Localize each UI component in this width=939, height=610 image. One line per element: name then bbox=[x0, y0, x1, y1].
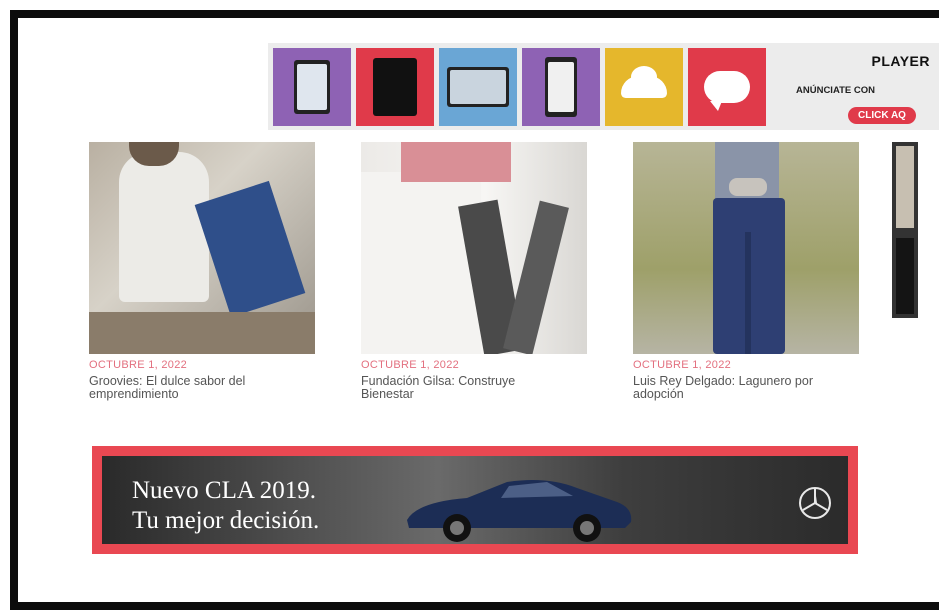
car-advertisement-banner[interactable]: Nuevo CLA 2019. Tu mejor decisión. bbox=[92, 446, 858, 554]
banner-line-1: Nuevo CLA 2019. bbox=[132, 477, 317, 504]
article-card[interactable]: OCTUBRE 1, 2022 Luis Rey Delgado: Lagune… bbox=[633, 142, 859, 401]
ad-text-block: PLAYER ANÚNCIATE CON CLICK AQ bbox=[788, 47, 939, 127]
article-card[interactable]: OCTUBRE 1, 2022 Fundación Gilsa: Constru… bbox=[361, 142, 587, 401]
banner-headline: Nuevo CLA 2019. Tu mejor decisión. bbox=[132, 476, 319, 536]
article-title[interactable]: Groovies: El dulce sabor del emprendimie… bbox=[89, 375, 289, 401]
article-title[interactable]: Luis Rey Delgado: Lagunero por adopción bbox=[633, 375, 833, 401]
article-image[interactable] bbox=[89, 142, 315, 354]
partial-article-thumbnail[interactable] bbox=[892, 142, 918, 318]
article-date: OCTUBRE 1, 2022 bbox=[361, 359, 460, 371]
article-title[interactable]: Fundación Gilsa: Construye Bienestar bbox=[361, 375, 561, 401]
magazine-tablet-icon bbox=[294, 59, 330, 114]
ad-cta-button[interactable]: CLICK AQ bbox=[848, 107, 916, 124]
banner-line-2: Tu mejor decisión. bbox=[132, 507, 320, 534]
ad-tile-speech-bubble[interactable] bbox=[688, 47, 766, 126]
ad-tile-mobile[interactable] bbox=[522, 47, 600, 126]
mobile-phone-icon bbox=[545, 56, 577, 117]
ad-brand: PLAYER bbox=[871, 53, 930, 69]
ad-tile-magazine-cover[interactable] bbox=[356, 47, 434, 126]
article-card[interactable]: OCTUBRE 1, 2022 Groovies: El dulce sabor… bbox=[89, 142, 315, 401]
ad-tile-cloud-logo[interactable] bbox=[605, 47, 683, 126]
article-image[interactable] bbox=[633, 142, 859, 354]
magazine-cover-icon bbox=[373, 57, 417, 116]
ad-tile-magazine-tablet[interactable] bbox=[273, 47, 351, 126]
article-date: OCTUBRE 1, 2022 bbox=[89, 359, 188, 371]
ad-tagline: ANÚNCIATE CON bbox=[796, 85, 875, 96]
cloud-logo-icon bbox=[621, 65, 667, 98]
article-date: OCTUBRE 1, 2022 bbox=[633, 359, 732, 371]
top-advertisement[interactable]: PLAYER ANÚNCIATE CON CLICK AQ bbox=[268, 43, 939, 130]
speech-bubble-icon bbox=[704, 70, 750, 111]
banner-inner: Nuevo CLA 2019. Tu mejor decisión. bbox=[102, 456, 848, 544]
ad-tile-website[interactable] bbox=[439, 47, 517, 126]
website-screen-icon bbox=[447, 66, 509, 107]
mercedes-logo-icon bbox=[799, 487, 831, 519]
car-image bbox=[407, 480, 632, 542]
article-image[interactable] bbox=[361, 142, 587, 354]
